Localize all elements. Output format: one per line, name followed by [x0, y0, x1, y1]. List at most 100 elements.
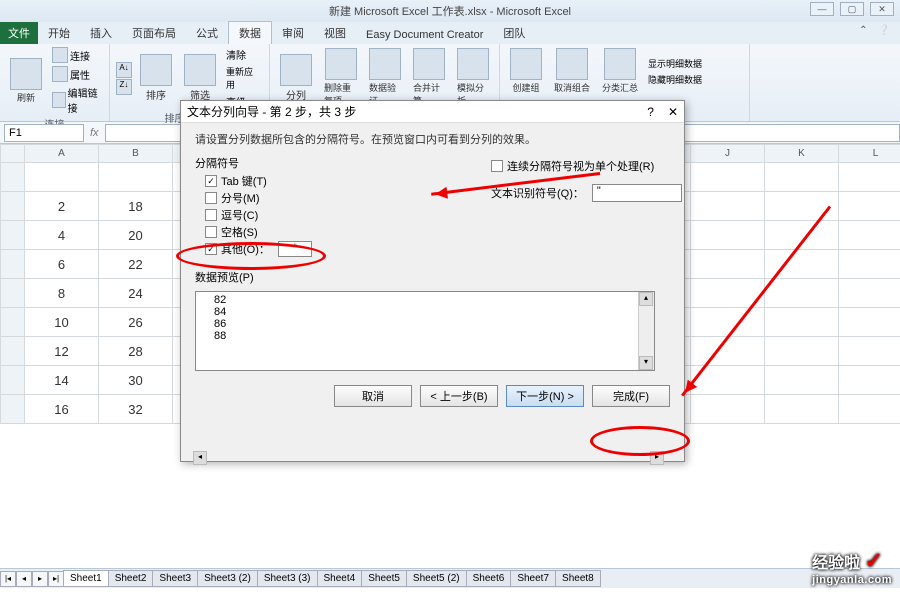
tab-data[interactable]: 数据 — [228, 21, 272, 44]
clear-button[interactable]: 清除 — [224, 46, 263, 63]
sheet-tab[interactable]: Sheet3 — [152, 570, 198, 587]
cell[interactable]: 8 — [25, 279, 99, 308]
fx-icon[interactable]: fx — [90, 127, 99, 139]
cell[interactable] — [839, 395, 900, 424]
tab-nav-next[interactable]: ▸ — [32, 571, 48, 587]
preview-scroll-down[interactable]: ▾ — [639, 356, 653, 370]
row-head[interactable] — [1, 337, 25, 366]
text-qualifier-combo[interactable]: " — [592, 184, 682, 202]
cell[interactable] — [839, 279, 900, 308]
cell[interactable] — [691, 279, 765, 308]
tab-nav-first[interactable]: |◂ — [0, 571, 16, 587]
row-head[interactable] — [1, 395, 25, 424]
next-button[interactable]: 下一步(N) > — [506, 385, 584, 407]
close-window-button[interactable]: ✕ — [870, 2, 894, 16]
cell[interactable] — [99, 163, 173, 192]
tab-formula[interactable]: 公式 — [186, 22, 228, 44]
sort-button[interactable]: 排序 — [136, 52, 176, 104]
cell[interactable]: 26 — [99, 308, 173, 337]
cancel-button[interactable]: 取消 — [334, 385, 412, 407]
dialog-help-icon[interactable]: ? — [647, 105, 654, 119]
reapply-button[interactable]: 重新应用 — [224, 64, 263, 92]
show-detail-button[interactable]: 显示明细数据 — [646, 56, 704, 71]
sheet-tab[interactable]: Sheet3 (2) — [197, 570, 258, 587]
refresh-all-button[interactable]: 刷新 — [6, 56, 46, 106]
delim-other-input[interactable]: * — [278, 241, 312, 257]
tab-insert[interactable]: 插入 — [80, 22, 122, 44]
treat-consecutive-checkbox[interactable]: 连续分隔符号视为单个处理(R) — [491, 158, 682, 174]
subtotal-button[interactable]: 分类汇总 — [598, 46, 642, 96]
cell[interactable]: 28 — [99, 337, 173, 366]
preview-scroll-right[interactable]: ▸ — [650, 451, 664, 465]
tab-edc[interactable]: Easy Document Creator — [356, 26, 493, 44]
cell[interactable]: 22 — [99, 250, 173, 279]
tab-view[interactable]: 视图 — [314, 22, 356, 44]
text-to-columns-button[interactable]: 分列 — [276, 52, 316, 104]
tab-layout[interactable]: 页面布局 — [122, 22, 186, 44]
row-head[interactable] — [1, 221, 25, 250]
sheet-tab[interactable]: Sheet1 — [63, 570, 109, 587]
row-head[interactable] — [1, 192, 25, 221]
help-icon[interactable]: ❔ — [878, 25, 890, 36]
cell[interactable] — [839, 308, 900, 337]
row-head[interactable] — [1, 366, 25, 395]
cell[interactable] — [691, 192, 765, 221]
sort-az-icon[interactable]: A↓ — [116, 62, 132, 78]
cell[interactable] — [691, 395, 765, 424]
cell[interactable] — [839, 192, 900, 221]
row-head[interactable] — [1, 279, 25, 308]
cell[interactable] — [691, 366, 765, 395]
filter-button[interactable]: 筛选 — [180, 52, 220, 104]
cell[interactable] — [691, 308, 765, 337]
cell[interactable] — [765, 250, 839, 279]
sheet-tab[interactable]: Sheet3 (3) — [257, 570, 318, 587]
tab-home[interactable]: 开始 — [38, 22, 80, 44]
cell[interactable] — [765, 337, 839, 366]
col-head[interactable]: K — [765, 145, 839, 163]
cell[interactable] — [765, 395, 839, 424]
delim-other-checkbox[interactable]: ✓其他(O)：* — [205, 241, 670, 257]
row-head[interactable] — [1, 308, 25, 337]
sheet-tab[interactable]: Sheet8 — [555, 570, 601, 587]
cell[interactable] — [691, 221, 765, 250]
cell[interactable]: 14 — [25, 366, 99, 395]
finish-button[interactable]: 完成(F) — [592, 385, 670, 407]
col-head[interactable]: A — [25, 145, 99, 163]
sheet-tab[interactable]: Sheet4 — [317, 570, 363, 587]
edit-links-button[interactable]: 编辑链接 — [50, 84, 103, 116]
tab-team[interactable]: 团队 — [493, 22, 535, 44]
preview-scroll-up[interactable]: ▴ — [639, 292, 653, 306]
connections-button[interactable]: 连接 — [50, 46, 103, 64]
cell[interactable]: 18 — [99, 192, 173, 221]
col-head[interactable]: L — [839, 145, 900, 163]
cell[interactable] — [765, 279, 839, 308]
hide-detail-button[interactable]: 隐藏明细数据 — [646, 72, 704, 87]
back-button[interactable]: < 上一步(B) — [420, 385, 498, 407]
sheet-tab[interactable]: Sheet7 — [510, 570, 556, 587]
cell[interactable] — [839, 221, 900, 250]
tab-nav-last[interactable]: ▸| — [48, 571, 64, 587]
col-head[interactable]: B — [99, 145, 173, 163]
cell[interactable] — [839, 250, 900, 279]
cell[interactable]: 20 — [99, 221, 173, 250]
sheet-tab[interactable]: Sheet6 — [466, 570, 512, 587]
cell[interactable] — [765, 308, 839, 337]
cell[interactable] — [839, 337, 900, 366]
cell[interactable]: 2 — [25, 192, 99, 221]
cell[interactable] — [765, 163, 839, 192]
cell[interactable] — [765, 221, 839, 250]
tab-file[interactable]: 文件 — [0, 22, 38, 44]
cell[interactable] — [691, 337, 765, 366]
tab-nav-prev[interactable]: ◂ — [16, 571, 32, 587]
cell[interactable]: 4 — [25, 221, 99, 250]
delim-comma-checkbox[interactable]: 逗号(C) — [205, 207, 670, 223]
cell[interactable]: 24 — [99, 279, 173, 308]
sheet-tab[interactable]: Sheet2 — [108, 570, 154, 587]
col-head[interactable]: J — [691, 145, 765, 163]
group-button[interactable]: 创建组 — [506, 46, 546, 96]
ungroup-button[interactable]: 取消组合 — [550, 46, 594, 96]
tab-review[interactable]: 审阅 — [272, 22, 314, 44]
cell[interactable] — [839, 366, 900, 395]
cell[interactable] — [765, 366, 839, 395]
name-box[interactable]: F1 — [4, 124, 84, 142]
